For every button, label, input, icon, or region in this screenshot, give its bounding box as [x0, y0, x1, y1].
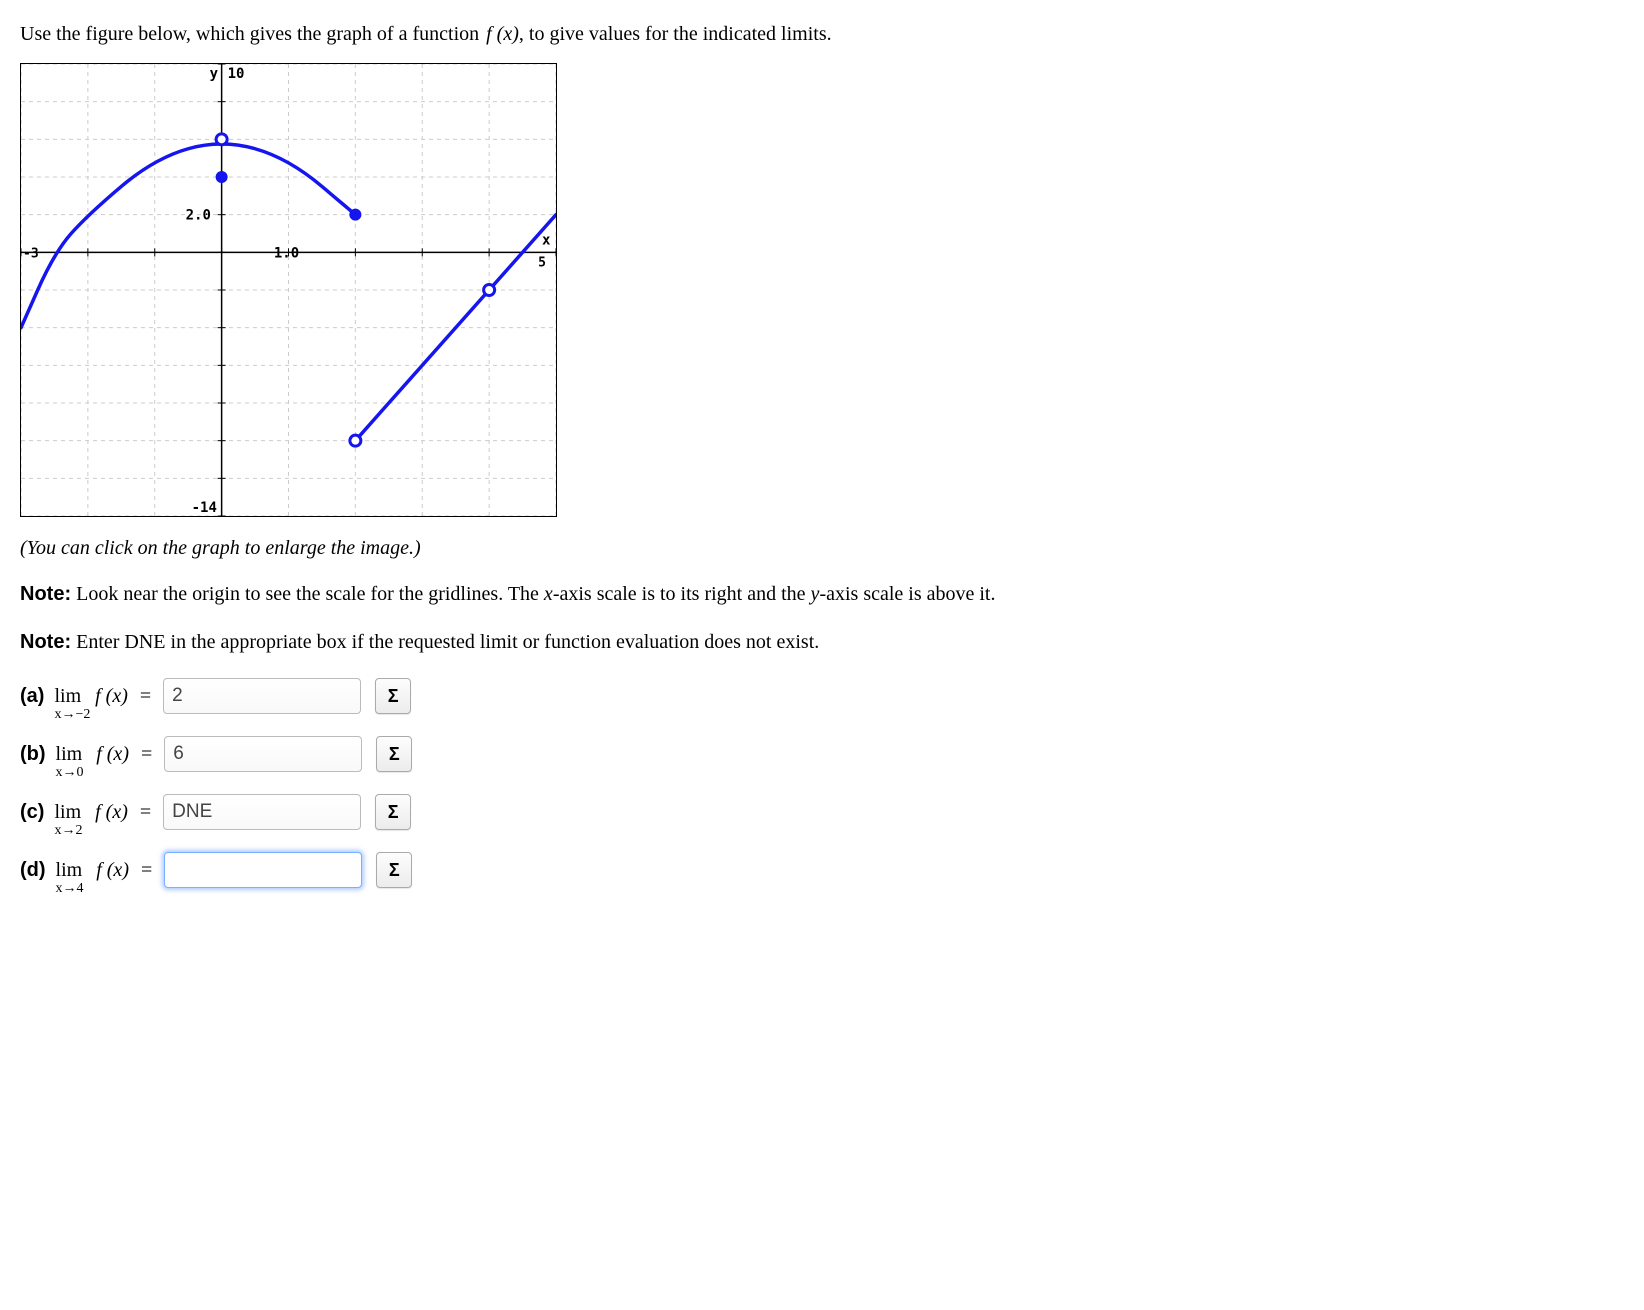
note-dne: Note: Enter DNE in the appropriate box i… — [20, 628, 1624, 656]
question-c: (c) lim x→2 f (x) = Σ — [20, 794, 1624, 830]
answer-input-a[interactable] — [163, 678, 361, 714]
instruction-text: Use the figure below, which gives the gr… — [20, 20, 1624, 48]
sigma-icon: Σ — [388, 802, 399, 823]
label-c: (c) — [20, 801, 44, 824]
sigma-button-d[interactable]: Σ — [376, 852, 412, 888]
graph-hint: (You can click on the graph to enlarge t… — [20, 537, 1624, 560]
svg-text:-3: -3 — [23, 246, 39, 261]
sigma-icon: Σ — [389, 744, 400, 765]
sigma-icon: Σ — [389, 860, 400, 881]
svg-text:2.0: 2.0 — [186, 208, 211, 224]
limit-c: lim x→2 — [54, 801, 81, 824]
svg-text:x: x — [542, 232, 551, 248]
note2-label: Note: — [20, 631, 71, 653]
sigma-button-a[interactable]: Σ — [375, 678, 411, 714]
sigma-button-b[interactable]: Σ — [376, 736, 412, 772]
svg-text:1.0: 1.0 — [274, 245, 299, 261]
limit-d: lim x→4 — [56, 859, 83, 882]
note-scale: Note: Look near the origin to see the sc… — [20, 580, 1624, 608]
instruction-prefix: Use the figure below, which gives the gr… — [20, 23, 484, 45]
instruction-suffix: , to give values for the indicated limit… — [519, 23, 832, 45]
svg-text:5: 5 — [538, 255, 546, 270]
sigma-icon: Σ — [388, 686, 399, 707]
label-d: (d) — [20, 859, 46, 882]
answer-input-b[interactable] — [164, 736, 362, 772]
graph-figure[interactable]: y 10 x 5 -3 -14 1.0 2.0 — [20, 63, 557, 517]
question-a: (a) lim x→−2 f (x) = Σ — [20, 678, 1624, 714]
label-a: (a) — [20, 685, 44, 708]
limit-b: lim x→0 — [56, 743, 83, 766]
svg-text:10: 10 — [228, 66, 245, 82]
answer-input-d[interactable] — [164, 852, 362, 888]
question-b: (b) lim x→0 f (x) = Σ — [20, 736, 1624, 772]
instruction-fx: f (x) — [486, 23, 519, 45]
question-d: (d) lim x→4 f (x) = Σ — [20, 852, 1624, 888]
note1-label: Note: — [20, 583, 71, 605]
answer-input-c[interactable] — [163, 794, 361, 830]
label-b: (b) — [20, 743, 46, 766]
limit-a: lim x→−2 — [54, 685, 81, 708]
svg-text:-14: -14 — [192, 500, 217, 516]
svg-text:y: y — [210, 66, 219, 82]
sigma-button-c[interactable]: Σ — [375, 794, 411, 830]
graph-svg: y 10 x 5 -3 -14 1.0 2.0 — [21, 64, 556, 516]
